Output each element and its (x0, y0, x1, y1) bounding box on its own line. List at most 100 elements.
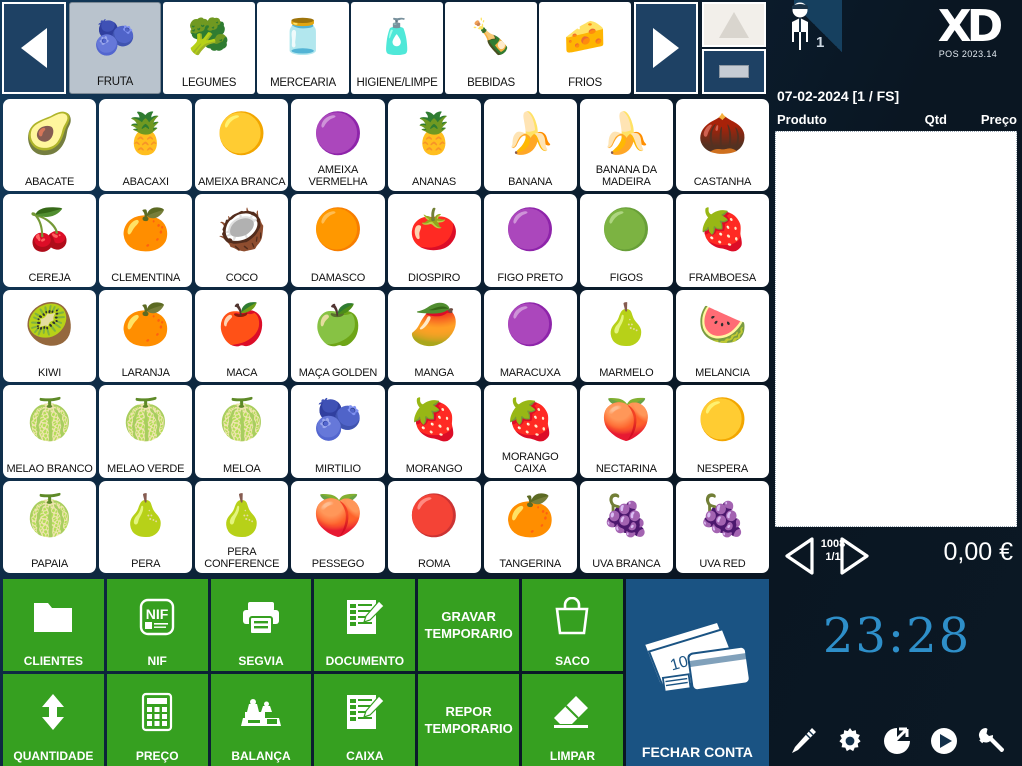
red-plum-icon: 🟣 (313, 112, 363, 157)
product-label: TANGERINA (499, 558, 561, 570)
product-tile[interactable]: 🥥 COCO (195, 194, 289, 287)
action-caixa[interactable]: CAIXA (314, 674, 416, 766)
product-tile[interactable]: 🍐 PERA CONFERENCE (195, 480, 289, 573)
cone-filter-button[interactable] (702, 2, 766, 47)
action-clientes[interactable]: CLIENTES (3, 579, 104, 671)
pie-logout-icon[interactable] (880, 724, 914, 758)
product-tile[interactable]: 🍑 PESSEGO (291, 480, 385, 573)
product-tile[interactable]: 🟠 DAMASCO (291, 194, 385, 287)
product-tile[interactable]: 🍓 MORANGO (387, 385, 481, 478)
product-tile[interactable]: 🟡 NESPERA (675, 385, 769, 478)
category-tab-mercearia[interactable]: 🫙 MERCEARIA (257, 2, 349, 94)
product-tile[interactable]: 🍅 DIOSPIRO (387, 194, 481, 287)
action-saco[interactable]: SACO (522, 579, 623, 671)
tool-bar (772, 724, 1022, 758)
product-tile[interactable]: 🌰 CASTANHA (675, 99, 769, 192)
product-label: CLEMENTINA (111, 271, 181, 284)
product-tile[interactable]: 🥝 KIWI (3, 289, 97, 383)
wrench-icon[interactable] (974, 724, 1008, 758)
category-label: HIGIENE/LIMPE (356, 77, 438, 89)
cantaloupe-icon: 🍈 (216, 398, 267, 443)
action-limpar[interactable]: LIMPAR (522, 674, 623, 766)
action-quantidade[interactable]: QUANTIDADE (3, 674, 104, 766)
product-tile[interactable]: 🍈 MELAO VERDE (99, 385, 193, 478)
product-tile[interactable]: 🍇 UVA RED (675, 480, 769, 573)
category-tab-bebidas[interactable]: 🍾 BEBIDAS (445, 2, 537, 94)
product-tile[interactable]: 🔴 ROMA (387, 480, 481, 573)
right-triangle-icon[interactable] (837, 536, 873, 576)
gear-icon[interactable] (833, 724, 867, 758)
action-repor-temporario[interactable]: REPOR TEMPORARIO (418, 674, 520, 766)
product-tile[interactable]: 🍈 PAPAIA (3, 480, 97, 573)
document-edit-icon (314, 674, 415, 750)
product-label: UVA RED (699, 558, 746, 570)
product-tile[interactable]: 🟣 MARACUXA (483, 289, 577, 383)
side-buttons (702, 2, 766, 96)
avocado-icon: 🥑 (24, 112, 75, 157)
document-edit-icon (314, 579, 415, 655)
category-tab-fruta[interactable]: 🫐 FRUTA (69, 2, 161, 94)
keyboard-button[interactable] (702, 49, 766, 94)
app-logo: XD POS 2023.14 (920, 1, 1016, 60)
product-tile[interactable]: 🍐 PERA (99, 480, 193, 573)
logo-text: XD (937, 1, 1003, 52)
product-label: MELANCIA (695, 367, 750, 380)
action-documento[interactable]: DOCUMENTO (314, 579, 416, 671)
loquat-icon: 🟡 (697, 398, 748, 443)
product-tile[interactable]: 🍊 CLEMENTINA (99, 194, 193, 287)
product-label: ABACATE (24, 176, 75, 189)
category-tab-legumes[interactable]: 🥦 LEGUMES (163, 2, 255, 94)
product-tile[interactable]: 🍌 BANANA (483, 99, 577, 192)
product-tile[interactable]: 🟡 AMEIXA BRANCA (195, 99, 289, 192)
action-pre-o[interactable]: PREÇO (106, 674, 208, 766)
product-tile[interactable]: 🍑 NECTARINA (579, 385, 673, 478)
category-tab-higiene-limpe[interactable]: 🧴 HIGIENE/LIMPE (351, 2, 443, 94)
receipt-list[interactable] (775, 131, 1017, 527)
product-tile[interactable]: 🍍 ANANAS (387, 99, 481, 192)
category-tab-frios[interactable]: 🧀 FRIOS (539, 2, 631, 94)
action-label: FECHAR CONTA (641, 744, 753, 760)
product-tile[interactable]: 🍊 TANGERINA (483, 480, 577, 573)
product-tile[interactable]: 🥭 MANGA (387, 289, 481, 383)
product-tile[interactable]: 🥑 ABACATE (3, 99, 97, 192)
mango-icon: 🥭 (409, 302, 459, 347)
action-balan-a[interactable]: BALANÇA (210, 674, 312, 766)
pencil-icon[interactable] (786, 724, 820, 758)
product-label: NESPERA (696, 462, 749, 475)
product-tile[interactable]: 🍉 MELANCIA (675, 289, 769, 383)
clementine-icon: 🍊 (120, 207, 171, 252)
play-circle-icon[interactable] (927, 724, 961, 758)
product-tile[interactable]: 🍏 MAÇA GOLDEN (291, 289, 385, 383)
prev-category-button[interactable] (2, 2, 66, 94)
product-tile[interactable]: 🍐 MARMELO (579, 289, 673, 383)
pager: 1008 1/1 0,00 € (775, 532, 1017, 580)
action-nif[interactable]: NIF NIF (106, 579, 208, 671)
product-tile[interactable]: 🍒 CEREJA (3, 194, 97, 287)
product-tile[interactable]: 🟣 FIGO PRETO (483, 194, 577, 287)
product-tile[interactable]: 🟣 AMEIXA VERMELHA (291, 99, 385, 192)
strawberry-box-icon: 🍓 (505, 398, 556, 443)
grocery-bottles-icon: 🫙 (281, 18, 325, 56)
next-category-button[interactable] (634, 2, 698, 94)
product-tile[interactable]: 🍈 MELAO BRANCO (3, 385, 97, 478)
product-tile[interactable]: 🍎 MACA (195, 289, 289, 383)
product-tile[interactable]: 🫐 MIRTILIO (291, 385, 385, 478)
fechar-conta-button[interactable]: 100 FECHAR CONTA (625, 579, 769, 766)
document-line: 07-02-2024 [1 / FS] (777, 88, 900, 104)
bar-icon (719, 65, 749, 78)
product-label: PAPAIA (31, 558, 69, 570)
action-gravar-temporario[interactable]: GRAVAR TEMPORARIO (418, 579, 520, 671)
fruit-basket-icon: 🫐 (93, 19, 137, 57)
action-label: SEGVIA (238, 654, 284, 668)
product-tile[interactable]: 🍓 FRAMBOESA (675, 194, 769, 287)
product-tile[interactable]: 🍈 MELOA (195, 385, 289, 478)
product-tile[interactable]: 🍌 BANANA DA MADEIRA (579, 99, 673, 192)
product-tile[interactable]: 🍍 ABACAXI (99, 99, 193, 192)
pineapple-icon: 🍍 (120, 112, 171, 157)
action-segvia[interactable]: SEGVIA (210, 579, 312, 671)
product-tile[interactable]: 🟢 FIGOS (579, 194, 673, 287)
product-tile[interactable]: 🍇 UVA BRANCA (579, 480, 673, 573)
product-tile[interactable]: 🍊 LARANJA (99, 289, 193, 383)
product-label: AMEIXA VERMELHA (308, 164, 368, 189)
product-tile[interactable]: 🍓 MORANGO CAIXA (483, 385, 577, 478)
